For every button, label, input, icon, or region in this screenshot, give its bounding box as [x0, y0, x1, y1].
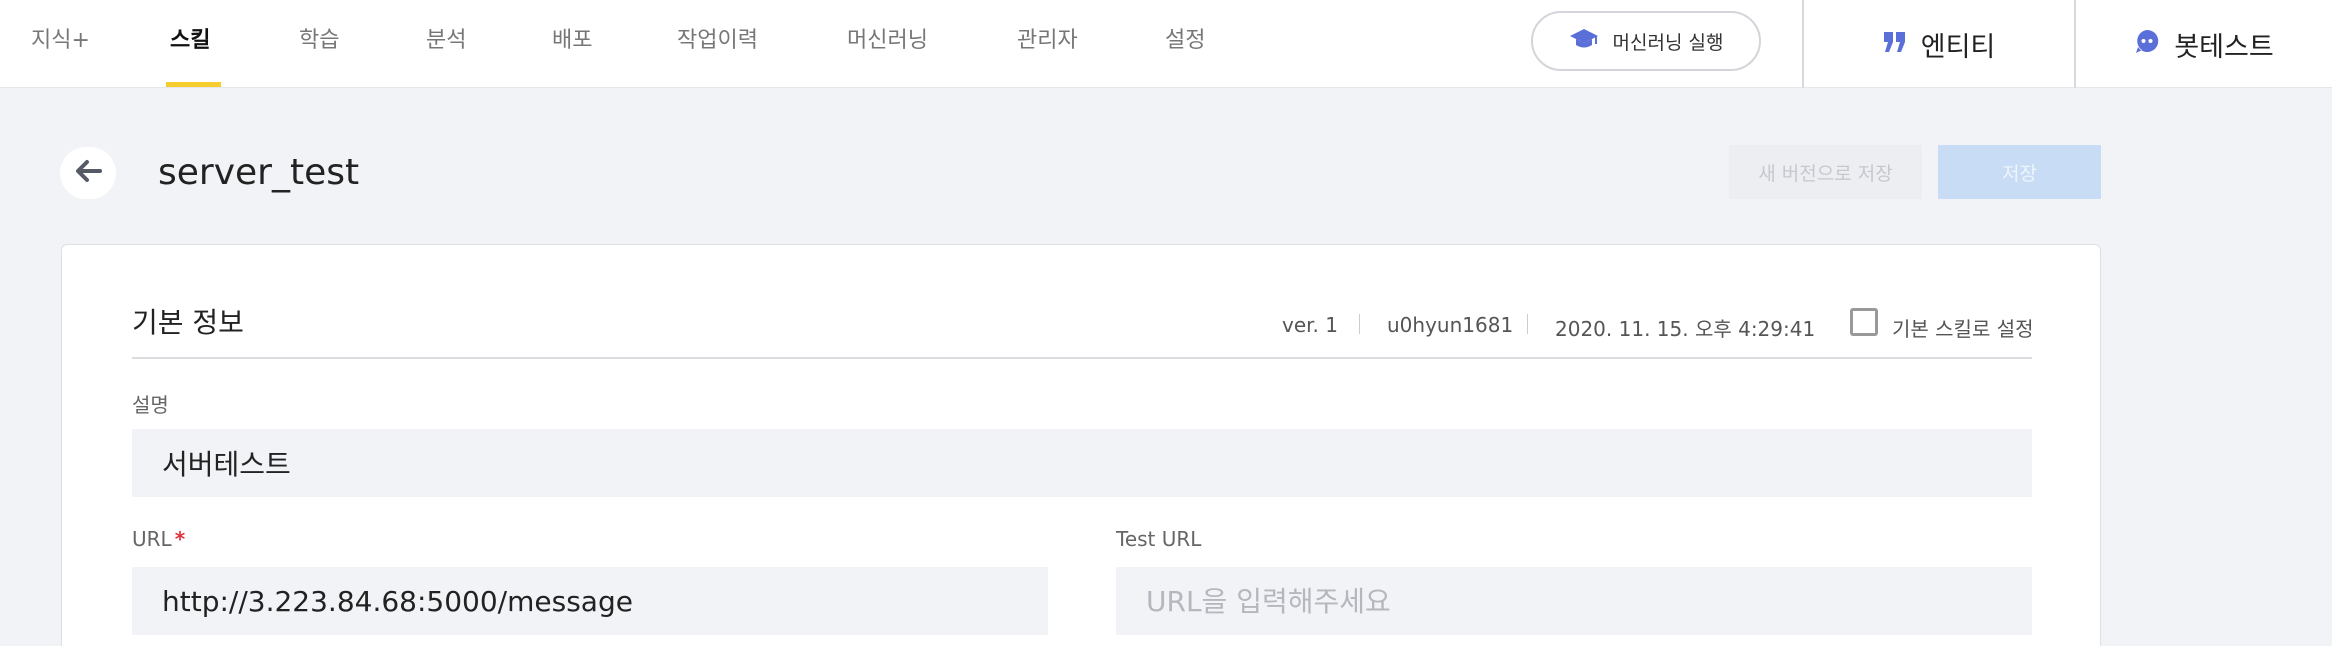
save-button[interactable]: 저장: [1938, 145, 2101, 199]
default-skill-checkbox[interactable]: [1850, 308, 1878, 336]
url-label: URL *: [132, 527, 185, 551]
nav-item-knowledge[interactable]: 지식+: [31, 0, 90, 88]
page-title: server_test: [158, 152, 360, 193]
top-nav-bar: 지식+ 스킬 학습 분석 배포 작업이력 머신러닝 관리자 설정 머신러닝 실행…: [0, 0, 2332, 88]
save-new-version-button[interactable]: 새 버전으로 저장: [1729, 145, 1922, 199]
date-text: 2020. 11. 15. 오후 4:29:41: [1555, 317, 1816, 341]
nav-item-settings[interactable]: 설정: [1165, 0, 1205, 88]
nav-item-skill[interactable]: 스킬: [170, 0, 210, 88]
version-text: ver. 1: [1282, 313, 1338, 337]
nav-item-ml[interactable]: 머신러닝: [847, 0, 928, 88]
meta-divider: [1359, 314, 1360, 334]
url-input[interactable]: [132, 567, 1048, 635]
entity-label: 엔티티: [1920, 31, 1996, 63]
back-button[interactable]: [60, 147, 116, 199]
description-input[interactable]: [132, 429, 2032, 497]
arrow-left-icon: [74, 159, 102, 187]
nav-active-underline: [166, 82, 221, 87]
nav-item-history[interactable]: 작업이력: [677, 0, 758, 88]
meta-divider: [1527, 314, 1528, 334]
test-url-label: Test URL: [1116, 527, 1202, 551]
test-url-input[interactable]: [1116, 567, 2032, 635]
quote-icon: [1883, 29, 1907, 60]
chat-bot-icon: [2134, 28, 2160, 61]
section-divider: [132, 357, 2032, 359]
nav-item-admin[interactable]: 관리자: [1017, 0, 1078, 88]
author-text: u0hyun1681: [1387, 313, 1514, 337]
section-title: 기본 정보: [132, 306, 244, 339]
graduation-cap-icon: [1569, 27, 1599, 56]
nav-item-deploy[interactable]: 배포: [552, 0, 592, 88]
entity-button[interactable]: 엔티티: [1804, 0, 2074, 88]
bot-test-label: 봇테스트: [2174, 31, 2274, 63]
skill-card: 기본 정보 ver. 1 u0hyun1681 2020. 11. 15. 오후…: [61, 244, 2101, 646]
description-label: 설명: [132, 393, 169, 417]
nav-item-training[interactable]: 학습: [299, 0, 339, 88]
ml-run-label: 머신러닝 실행: [1612, 31, 1724, 54]
url-label-text: URL: [132, 527, 172, 551]
required-mark: *: [174, 527, 186, 551]
ml-run-button[interactable]: 머신러닝 실행: [1531, 11, 1761, 71]
default-skill-label: 기본 스킬로 설정: [1892, 317, 2034, 341]
nav-item-analysis[interactable]: 분석: [426, 0, 466, 88]
bot-test-button[interactable]: 봇테스트: [2076, 0, 2332, 88]
